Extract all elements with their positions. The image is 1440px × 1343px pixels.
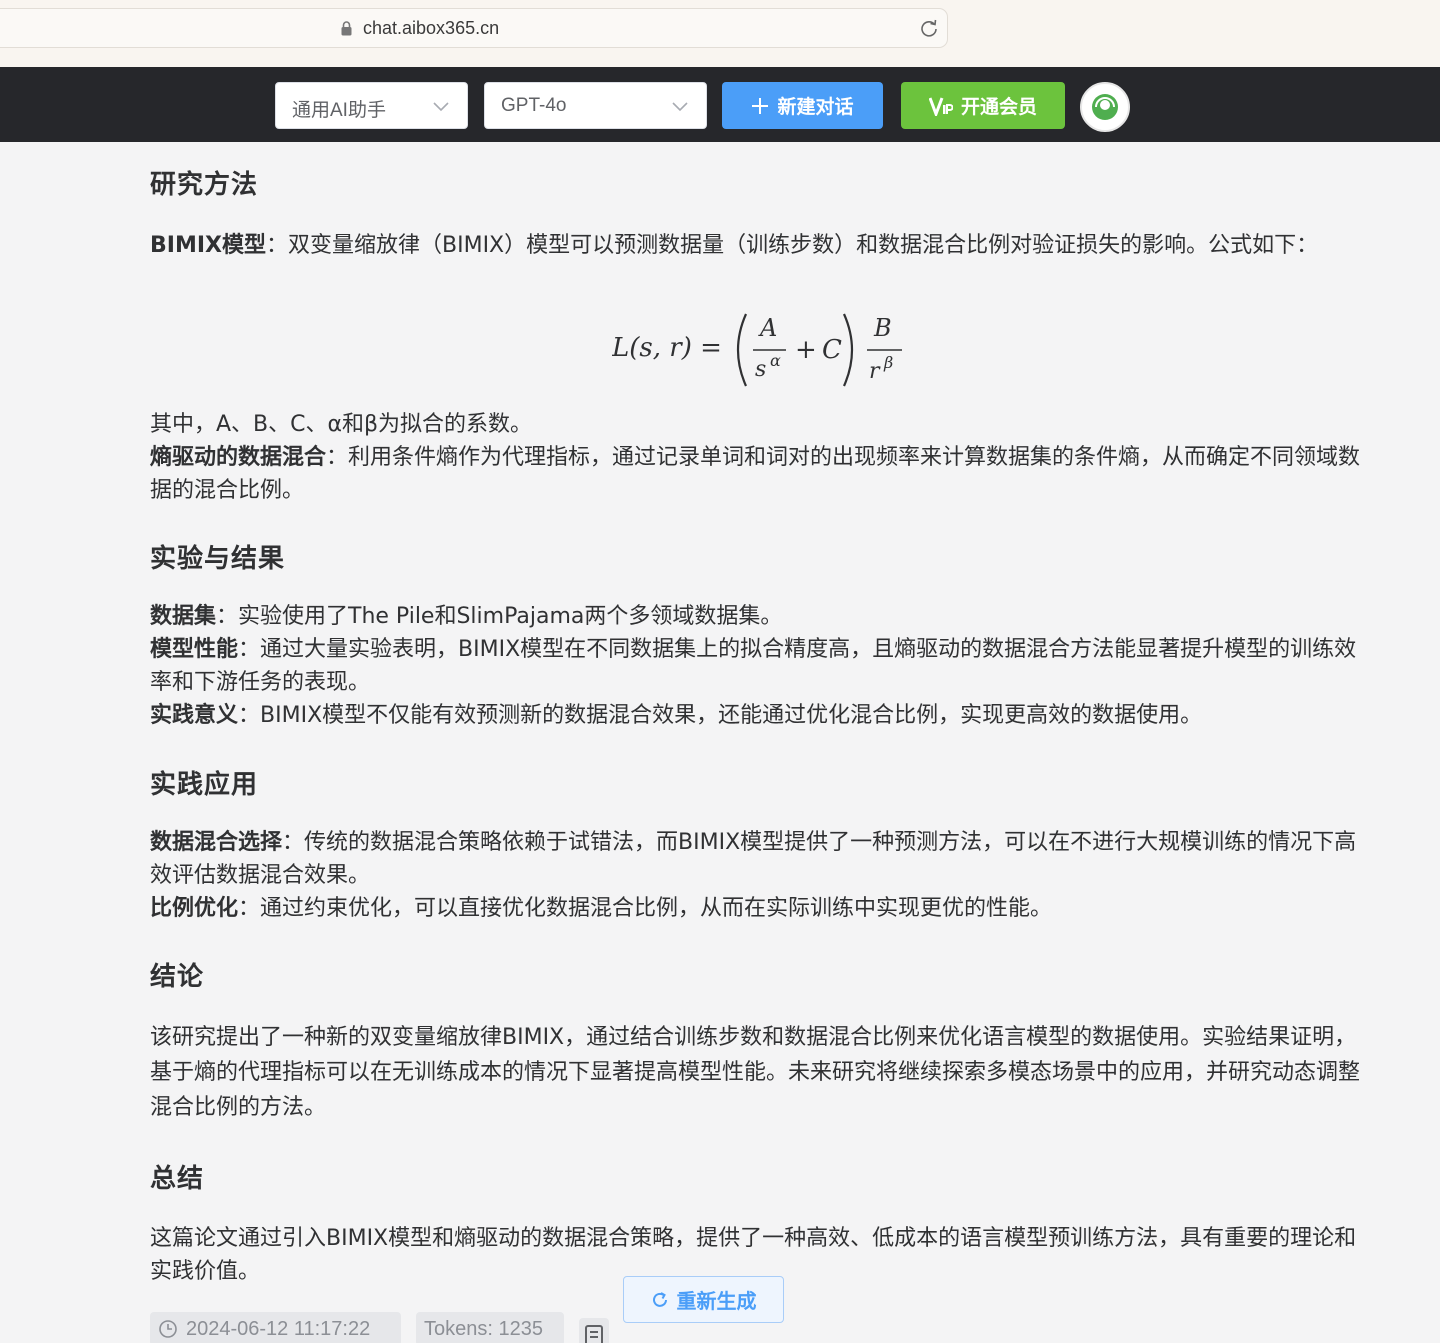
svg-text:s: s (755, 357, 766, 382)
plus-icon (752, 97, 769, 114)
section-heading: 结论 (150, 962, 205, 992)
assistant-select-value: 通用AI助手 (292, 100, 386, 121)
svg-text:C: C (822, 335, 842, 365)
term-label: 实践意义 (150, 703, 239, 728)
model-select-value: GPT-4o (501, 95, 567, 116)
chevron-down-icon (672, 102, 688, 112)
svg-text:L(s, r) =: L(s, r) = (612, 333, 722, 363)
paragraph-practice: 实践意义：BIMIX模型不仅能有效预测新的数据混合效果，还能通过优化混合比例，实… (150, 699, 1368, 732)
term-label: 数据集 (150, 604, 217, 629)
term-label: 数据混合选择 (150, 830, 283, 855)
timestamp-badge: 2024-06-12 11:17:22 (150, 1312, 401, 1343)
paragraph-text: ：利用条件熵作为代理指标，通过记录单词和词对的出现频率来计算数据集的条件熵，从而… (150, 445, 1361, 503)
browser-bar: chat.aibox365.cn (0, 0, 1440, 67)
refresh-icon (652, 1291, 667, 1307)
avatar[interactable] (1080, 82, 1130, 132)
paragraph-bimix: BIMIX模型：双变量缩放律（BIMIX）模型可以预测数据量（训练步数）和数据混… (150, 229, 1368, 262)
copy-icon (585, 1325, 603, 1343)
section-heading: 总结 (150, 1164, 205, 1194)
svg-text:+: + (795, 335, 817, 365)
regenerate-label: 重新生成 (676, 1289, 757, 1313)
vip-label: 开通会员 (960, 96, 1037, 118)
paragraph-text: ：传统的数据混合策略依赖于试错法，而BIMIX模型提供了一种预测方法，可以在不进… (150, 830, 1357, 888)
address-bar[interactable]: chat.aibox365.cn (0, 8, 948, 48)
term-label: 模型性能 (150, 637, 239, 662)
reload-icon[interactable] (919, 18, 939, 38)
new-chat-label: 新建对话 (777, 96, 854, 118)
copy-button[interactable] (579, 1318, 609, 1343)
paragraph-text: ：双变量缩放律（BIMIX）模型可以预测数据量（训练步数）和数据混合比例对验证损… (266, 233, 1319, 258)
paragraph-ratio: 比例优化：通过约束优化，可以直接优化数据混合比例，从而在实际训练中实现更优的性能… (150, 892, 1368, 925)
paragraph-text: ：通过大量实验表明，BIMIX模型在不同数据集上的拟合精度高，且熵驱动的数据混合… (150, 637, 1357, 695)
paragraph-text: ：BIMIX模型不仅能有效预测新的数据混合效果，还能通过优化混合比例，实现更高效… (238, 703, 1203, 728)
paragraph-performance: 模型性能：通过大量实验表明，BIMIX模型在不同数据集上的拟合精度高，且熵驱动的… (150, 633, 1368, 699)
user-avatar-icon (1092, 94, 1118, 120)
url-text: chat.aibox365.cn (363, 18, 500, 38)
paragraph-text: ：通过约束优化，可以直接优化数据混合比例，从而在实际训练中实现更优的性能。 (238, 896, 1053, 921)
lock-icon (341, 21, 352, 36)
svg-text:α: α (770, 351, 781, 370)
svg-text:B: B (873, 314, 892, 342)
chevron-down-icon (433, 102, 449, 112)
vip-button[interactable]: 开通会员 (901, 82, 1065, 129)
app-toolbar: 通用AI助手 GPT-4o 新建对话 开通会员 (0, 67, 1440, 142)
model-select[interactable]: GPT-4o (484, 82, 707, 129)
svg-text:A: A (758, 314, 777, 342)
tokens-badge: Tokens: 1235 (416, 1312, 564, 1343)
paragraph-entropy: 熵驱动的数据混合：利用条件熵作为代理指标，通过记录单词和词对的出现频率来计算数据… (150, 441, 1368, 507)
svg-text:β: β (883, 353, 893, 372)
term-label: 比例优化 (150, 896, 239, 921)
term-label: BIMIX模型 (150, 233, 266, 258)
paragraph-formula-note: 其中，A、B、C、α和β为拟合的系数。 (150, 412, 533, 437)
new-chat-button[interactable]: 新建对话 (722, 82, 883, 129)
section-heading: 实践应用 (150, 770, 259, 800)
clock-icon (159, 1320, 177, 1338)
vip-icon (928, 96, 953, 116)
paragraph-conclusion: 该研究提出了一种新的双变量缩放律BIMIX，通过结合训练步数和数据混合比例来优化… (150, 1025, 1361, 1120)
formula: L(s, r) = A s α + C B r β (612, 313, 902, 387)
paragraph-text: ：实验使用了The Pile和SlimPajama两个多领域数据集。 (216, 604, 783, 629)
section-heading: 实验与结果 (150, 544, 286, 574)
svg-text:r: r (869, 359, 881, 384)
assistant-select[interactable]: 通用AI助手 (275, 82, 468, 129)
section-heading: 研究方法 (150, 170, 259, 200)
paragraph-mix-selection: 数据混合选择：传统的数据混合策略依赖于试错法，而BIMIX模型提供了一种预测方法… (150, 826, 1368, 892)
term-label: 熵驱动的数据混合 (150, 445, 327, 470)
tokens-text: Tokens: 1235 (424, 1317, 543, 1340)
paragraph-dataset: 数据集：实验使用了The Pile和SlimPajama两个多领域数据集。 (150, 600, 1368, 633)
timestamp-text: 2024-06-12 11:17:22 (186, 1317, 371, 1340)
regenerate-button[interactable]: 重新生成 (623, 1276, 784, 1323)
